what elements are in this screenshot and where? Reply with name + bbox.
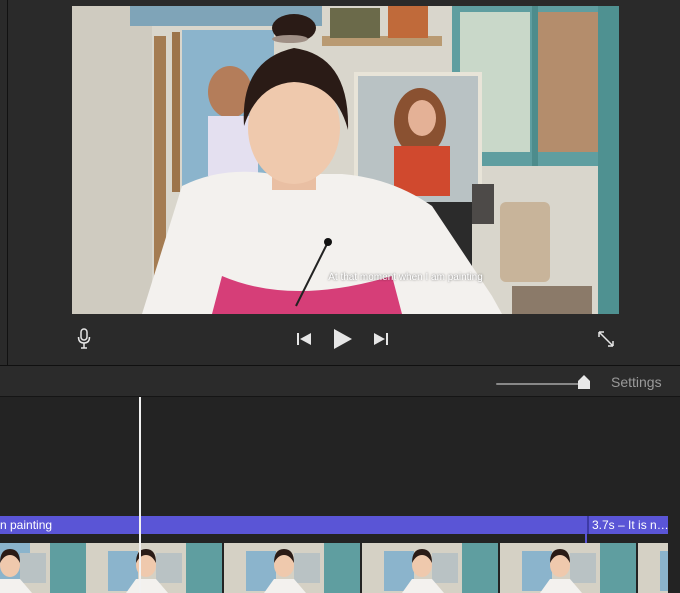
video-frame[interactable]: At that moment when I am painting: [72, 6, 619, 314]
clip-thumbnail: [638, 543, 668, 593]
microphone-icon[interactable]: [77, 328, 91, 355]
clip-thumbnail: [224, 543, 360, 593]
viewer: At that moment when I am painting: [0, 0, 680, 366]
video-image: [72, 6, 619, 314]
skip-forward-icon[interactable]: [373, 332, 389, 351]
video-clip[interactable]: [0, 543, 668, 593]
timeline[interactable]: n painting 3.7s – It is n…: [0, 397, 680, 593]
zoom-slider-track[interactable]: [496, 383, 590, 385]
play-icon[interactable]: [333, 328, 353, 355]
settings-button[interactable]: Settings: [611, 374, 662, 390]
title-clip-2-label: 3.7s – It is n…: [592, 518, 669, 532]
clip-thumbnail: [362, 543, 498, 593]
skip-back-icon[interactable]: [296, 332, 312, 351]
clip-thumbnail: [500, 543, 636, 593]
title-clip-1-label: n painting: [0, 518, 53, 532]
expand-icon[interactable]: [597, 330, 615, 353]
playback-controls: [0, 318, 680, 362]
video-subtitle: At that moment when I am painting: [328, 272, 483, 283]
zoom-slider-knob[interactable]: [578, 375, 590, 389]
timeline-toolbar: Settings: [0, 366, 680, 397]
title-clip-2[interactable]: 3.7s – It is n…: [587, 516, 669, 534]
clip-thumbnail: [0, 543, 86, 593]
title-clip-track[interactable]: n painting 3.7s – It is n…: [0, 516, 669, 534]
left-panel-divider: [7, 0, 8, 366]
clip-thumbnail: [86, 543, 222, 593]
playhead[interactable]: [139, 397, 141, 593]
